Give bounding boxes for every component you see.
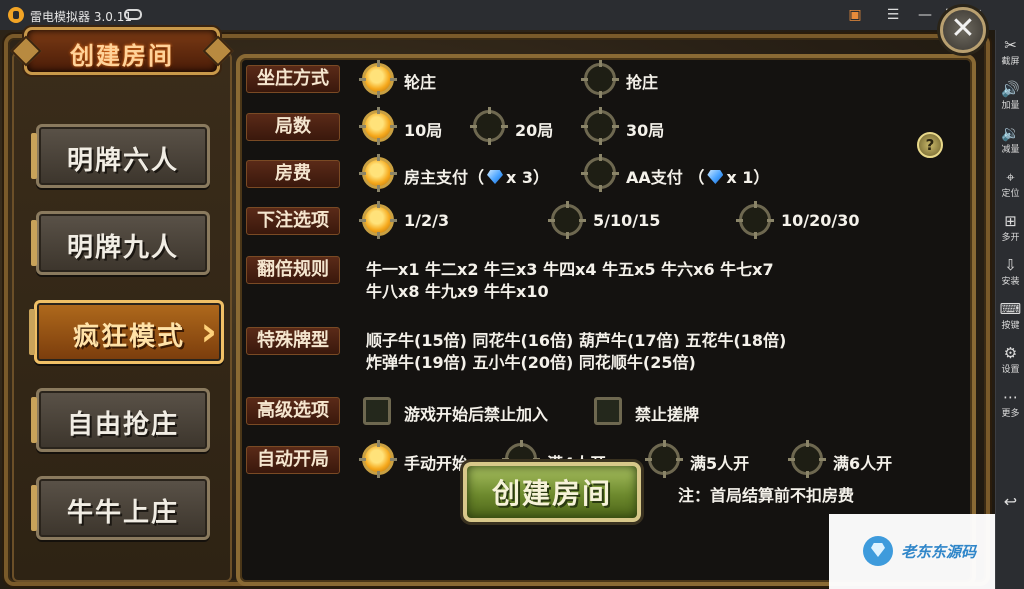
app-title: 雷电模拟器 3.0.11 [30, 10, 132, 24]
radio-fee-aa[interactable] [581, 154, 619, 192]
scissors-icon: ✂ [1004, 36, 1017, 54]
minimize-button[interactable]: — [912, 4, 938, 26]
radio-bet-5-10-15[interactable] [548, 201, 586, 239]
mode-button-free-banker[interactable]: 自由抢庄 [31, 388, 210, 452]
radio-rounds-30[interactable] [581, 107, 619, 145]
page-title: 创建房间 [24, 27, 220, 75]
radio-start-manual[interactable] [359, 440, 397, 478]
label-double-rules: 翻倍规则 [246, 256, 340, 284]
sidebar-item-install[interactable]: ⇩ 安装 [996, 254, 1024, 296]
label-rounds: 局数 [246, 113, 340, 141]
more-icon: ⋯ [1003, 388, 1018, 406]
emulator-window: 雷电模拟器 3.0.11 ▣ ☰ — ☐ ✕ ✂ 截屏 🔊 加量 🔉 减量 ⌖ … [0, 0, 1024, 589]
sidebar-item-settings[interactable]: ⚙ 设置 [996, 342, 1024, 384]
label-banker-mode: 坐庄方式 [246, 65, 340, 93]
gamepad-icon[interactable] [124, 9, 142, 20]
sidebar-item-volume-up[interactable]: 🔊 加量 [996, 78, 1024, 120]
double-rules-line-2: 牛八x8 牛九x9 牛牛x10 [366, 282, 549, 301]
dialog-close-button[interactable]: ✕ [940, 7, 986, 53]
location-icon: ⌖ [1006, 168, 1015, 186]
radio-start-5[interactable] [645, 440, 683, 478]
back-icon[interactable]: ↩ [996, 492, 1024, 511]
label-room-fee: 房费 [246, 160, 340, 188]
label-advanced-options: 高级选项 [246, 397, 340, 425]
diamond-logo-icon [863, 536, 893, 566]
mode-button-crazy[interactable]: 疯狂模式 [29, 300, 224, 364]
radio-bet-10-20-30[interactable] [736, 201, 774, 239]
create-room-button[interactable]: 创建房间 [463, 462, 641, 522]
install-icon: ⇩ [1004, 256, 1017, 274]
volume-up-icon: 🔊 [1001, 80, 1020, 98]
radio-fee-owner[interactable] [359, 154, 397, 192]
menu-button[interactable]: ☰ [880, 4, 906, 26]
mode-button-niuniu-banker[interactable]: 牛牛上庄 [31, 476, 210, 540]
watermark: 老东东源码 [829, 514, 995, 589]
checkbox-no-join-after-start[interactable] [363, 397, 391, 425]
help-icon[interactable]: ? [917, 132, 943, 158]
volume-down-icon: 🔉 [1001, 124, 1020, 142]
fee-note: 注：首局结算前不扣房费 [678, 486, 855, 505]
sidebar-item-more[interactable]: ⋯ 更多 [996, 386, 1024, 428]
label-bet-options: 下注选项 [246, 207, 340, 235]
gift-icon[interactable]: ▣ [842, 4, 868, 26]
special-hands-line-1: 顺子牛(15倍) 同花牛(16倍) 葫芦牛(17倍) 五花牛(18倍) [366, 331, 787, 350]
settings-icon: ⚙ [1003, 344, 1018, 362]
sidebar-item-screenshot[interactable]: ✂ 截屏 [996, 34, 1024, 76]
multi-open-icon: ⊞ [1004, 212, 1017, 230]
sidebar-item-volume-down[interactable]: 🔉 减量 [996, 122, 1024, 164]
diamond-icon [707, 170, 724, 184]
keyboard-icon: ⌨ [999, 300, 1022, 318]
mode-button-mingpai-9[interactable]: 明牌九人 [31, 211, 210, 275]
double-rules-line-1: 牛一x1 牛二x2 牛三x3 牛四x4 牛五x5 牛六x6 牛七x7 [366, 260, 774, 279]
sidebar-item-multi-open[interactable]: ⊞ 多开 [996, 210, 1024, 252]
mode-button-mingpai-6[interactable]: 明牌六人 [31, 124, 210, 188]
radio-start-6[interactable] [788, 440, 826, 478]
sidebar-item-keys[interactable]: ⌨ 按键 [996, 298, 1024, 340]
checkbox-no-rub-cards[interactable] [594, 397, 622, 425]
sidebar-item-location[interactable]: ⌖ 定位 [996, 166, 1024, 208]
radio-banker-rotate[interactable] [359, 60, 397, 98]
special-hands-line-2: 炸弹牛(19倍) 五小牛(20倍) 同花顺牛(25倍) [366, 353, 696, 372]
diamond-icon [487, 170, 504, 184]
emulator-sidebar: ✂ 截屏 🔊 加量 🔉 减量 ⌖ 定位 ⊞ 多开 ⇩ 安装 ⌨ 按键 ⚙ 设置 … [995, 30, 1024, 589]
title-bar: 雷电模拟器 3.0.11 ▣ ☰ — ☐ ✕ [0, 0, 1024, 30]
radio-rounds-10[interactable] [359, 107, 397, 145]
label-auto-start: 自动开局 [246, 446, 340, 474]
radio-banker-grab[interactable] [581, 60, 619, 98]
radio-bet-1-2-3[interactable] [359, 201, 397, 239]
radio-rounds-20[interactable] [470, 107, 508, 145]
label-special-hands: 特殊牌型 [246, 327, 340, 355]
app-logo-icon [8, 7, 24, 23]
